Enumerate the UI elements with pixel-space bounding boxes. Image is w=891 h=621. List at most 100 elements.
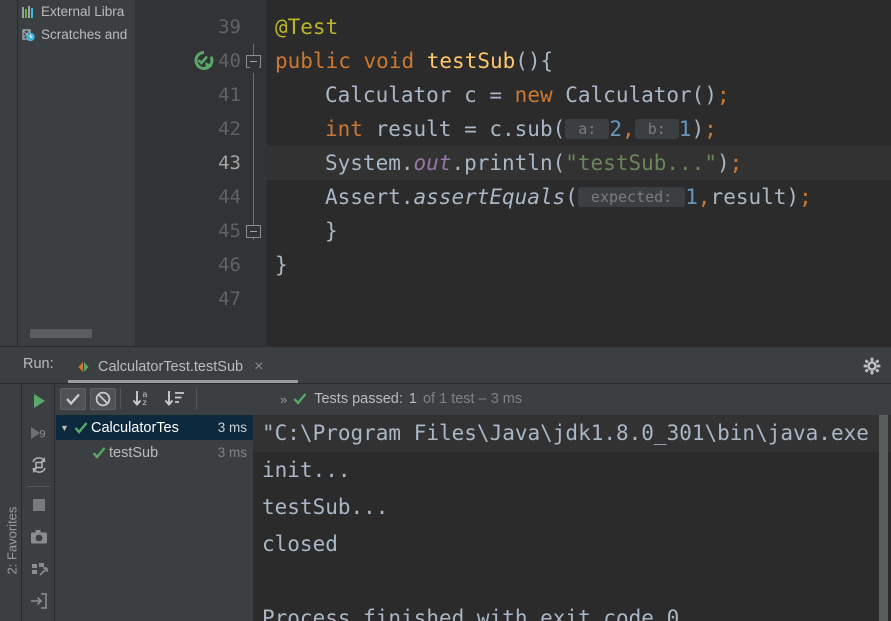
expand-status-icon[interactable]: »: [280, 392, 287, 407]
scratches-icon: [21, 28, 36, 42]
code-fold-up-icon[interactable]: [246, 225, 261, 238]
code-line-43[interactable]: System.out.println("testSub...");: [325, 146, 742, 180]
toolbar-separator: [196, 389, 197, 409]
code-token: ;: [704, 117, 717, 141]
code-token: ;: [729, 151, 743, 175]
test-passed-icon: [73, 420, 91, 436]
project-item-scratches[interactable]: Scratches and: [19, 23, 135, 46]
gutter-line-41[interactable]: 41: [135, 78, 241, 112]
test-tree-row[interactable]: ▼ CalculatorTes 3 ms: [56, 415, 253, 440]
test-passed-icon: [91, 445, 109, 461]
run-window-label: Run:: [23, 356, 54, 372]
code-fold-down-icon[interactable]: [246, 55, 261, 68]
import-icon[interactable]: [28, 590, 50, 612]
console-vertical-scrollbar[interactable]: [879, 415, 888, 621]
left-tool-window-stripe[interactable]: 2: Favorites: [0, 384, 22, 621]
gutter-line-46[interactable]: 46: [135, 248, 241, 282]
rerun-button[interactable]: [28, 390, 50, 412]
line-number: 41: [218, 84, 241, 106]
console-command-line: "C:\Program Files\Java\jdk1.8.0_301\bin\…: [253, 415, 891, 452]
line-number: 47: [218, 288, 241, 310]
run-tab-calculatortest-testsub[interactable]: CalculatorTest.testSub ×: [76, 351, 263, 383]
test-tree-row[interactable]: testSub 3 ms: [56, 440, 253, 465]
svg-text:9: 9: [40, 429, 46, 441]
camera-icon[interactable]: [28, 526, 50, 548]
library-icon: [21, 5, 36, 19]
console-output[interactable]: "C:\Program Files\Java\jdk1.8.0_301\bin\…: [253, 415, 891, 621]
code-token: ): [691, 117, 705, 141]
code-token: 1: [685, 185, 698, 209]
code-token: result): [710, 185, 800, 209]
project-item-label: External Libra: [41, 4, 125, 19]
show-passed-toggle[interactable]: [60, 388, 86, 410]
code-token: ;: [799, 185, 812, 209]
svg-text:z: z: [143, 397, 147, 407]
code-token: public: [275, 49, 351, 73]
stop-button[interactable]: [28, 494, 50, 516]
project-tree[interactable]: External Libra Scratches and: [19, 0, 135, 46]
tests-status-line: » Tests passed: 1 of 1 test – 3 ms: [280, 388, 522, 410]
code-line-44[interactable]: Assert.assertEquals( expected: 1,result)…: [325, 180, 812, 214]
line-number: 45: [218, 220, 241, 242]
code-line-45[interactable]: }: [325, 214, 338, 248]
rerun-failed-tests-button[interactable]: 9: [28, 422, 50, 444]
gutter-line-44[interactable]: 44: [135, 180, 241, 214]
code-line-39[interactable]: @Test: [275, 10, 338, 44]
run-test-gutter-icon[interactable]: [193, 50, 215, 72]
gutter-line-47[interactable]: 47: [135, 282, 241, 316]
code-token: .println(: [451, 151, 566, 175]
editor-fold-column[interactable]: [241, 0, 267, 346]
project-tool-window: External Libra Scratches and: [0, 0, 135, 346]
editor-code-area[interactable]: @Test public void testSub(){Calculator c …: [267, 0, 891, 346]
code-token: assertEquals: [413, 185, 566, 209]
code-token: Calculator(): [552, 83, 717, 107]
chevron-down-icon[interactable]: ▼: [56, 423, 73, 433]
code-token: Assert.: [325, 185, 414, 209]
code-line-40[interactable]: public void testSub(){: [275, 44, 553, 78]
toggle-auto-test-button[interactable]: [28, 454, 50, 476]
project-item-external-libraries[interactable]: External Libra: [19, 0, 135, 23]
gutter-line-42[interactable]: 42: [135, 112, 241, 146]
parameter-hint: a:: [565, 119, 610, 139]
tests-toolbar[interactable]: a z » Tests passed: 1 of 1 test – 3 ms: [56, 384, 891, 415]
code-token: 1: [678, 117, 692, 141]
parameter-hint: b:: [634, 119, 679, 139]
code-token: int: [325, 117, 363, 141]
gutter-line-39[interactable]: 39: [135, 10, 241, 44]
code-token: ,: [622, 117, 635, 141]
editor-gutter[interactable]: 39 40 41 42 43 44 45 46 47: [135, 0, 241, 346]
code-token: =: [489, 83, 515, 107]
close-icon[interactable]: ×: [254, 358, 263, 376]
code-token: @Test: [275, 15, 339, 39]
stripe-button-favorites[interactable]: 2: Favorites: [5, 505, 20, 575]
test-duration: 3 ms: [217, 420, 247, 435]
line-number: 39: [218, 16, 241, 38]
gutter-line-43[interactable]: 43: [135, 146, 241, 180]
console-output-line: Process finished with exit code 0: [262, 606, 680, 621]
history-icon[interactable]: [28, 558, 50, 580]
line-number: 43: [218, 152, 241, 174]
code-line-42[interactable]: int result = c.sub( a: 2, b: 1);: [325, 112, 717, 146]
code-token: System.: [325, 151, 414, 175]
gutter-line-40[interactable]: 40: [135, 44, 241, 78]
sort-alpha-icon[interactable]: a z: [130, 388, 156, 410]
gutter-line-45[interactable]: 45: [135, 214, 241, 248]
test-name: CalculatorTes: [91, 419, 179, 436]
run-config-icon: [76, 360, 91, 374]
code-token: result = c.sub(: [362, 117, 566, 141]
run-actions-toolbar[interactable]: 9: [22, 384, 55, 621]
ignored-icon[interactable]: [90, 388, 116, 410]
code-line-46[interactable]: }: [275, 248, 288, 282]
status-check-icon: [292, 391, 308, 407]
toolbar-separator: [120, 389, 121, 409]
test-results-tree[interactable]: ▼ CalculatorTes 3 ms testSub 3 ms: [56, 415, 253, 621]
code-line-41[interactable]: Calculator c = new Calculator();: [325, 78, 730, 112]
code-editor[interactable]: 39 40 41 42 43 44 45 46 47 @Test public void test…: [135, 0, 891, 346]
code-token: (){: [515, 49, 554, 73]
settings-gear-icon[interactable]: [861, 355, 883, 377]
sort-duration-icon[interactable]: [162, 388, 188, 410]
project-horizontal-scrollbar[interactable]: [30, 329, 92, 338]
